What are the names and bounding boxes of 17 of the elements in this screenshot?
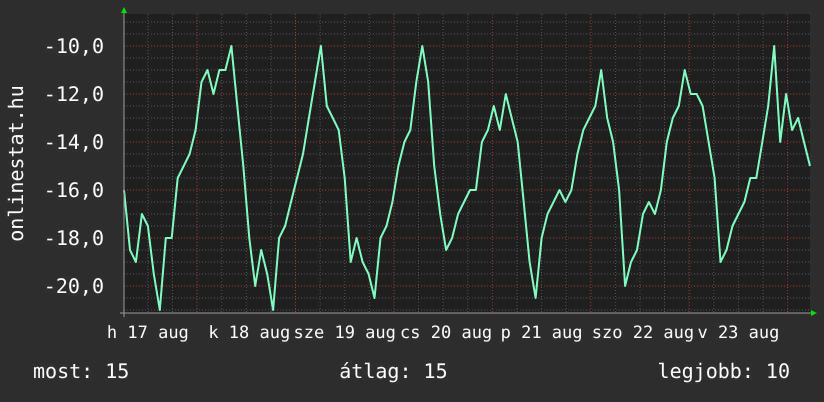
- axis-label: h 17 aug: [106, 323, 189, 343]
- axis-label: k 18 aug: [208, 323, 290, 343]
- legend-text: átlag: 15: [339, 359, 448, 383]
- axis-label: -14,0: [44, 130, 104, 154]
- legend-text: legjobb: 10: [658, 359, 790, 383]
- legend-text: most: 15: [33, 359, 130, 383]
- axis-label: -10,0: [44, 34, 104, 58]
- axis-title: onlinestat.hu: [4, 85, 28, 242]
- axis-label: v 23 aug: [697, 323, 780, 343]
- axis-label: p 21 aug: [500, 323, 582, 343]
- axis-label: -16,0: [44, 178, 104, 202]
- axis-label: -18,0: [44, 226, 104, 250]
- axis-label: szo 22 aug: [592, 323, 694, 343]
- axis-label: sze 19 aug: [294, 323, 396, 343]
- axis-label: -12,0: [44, 82, 104, 106]
- axis-label: cs 20 aug: [400, 323, 492, 343]
- axis-label: -20,0: [44, 274, 104, 298]
